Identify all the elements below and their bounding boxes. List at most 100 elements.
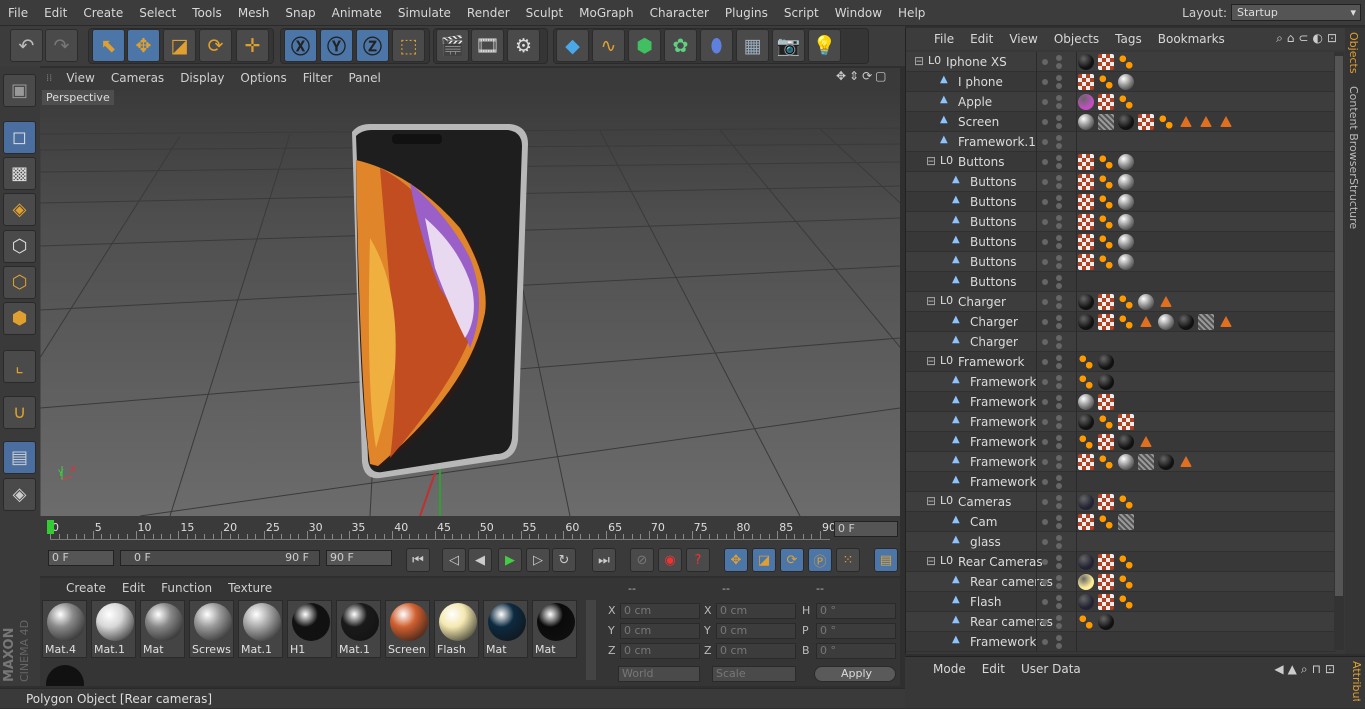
material-tag-icon[interactable]	[1118, 74, 1134, 90]
visibility-render-dot[interactable]	[1056, 163, 1062, 169]
visibility-editor-dot[interactable]	[1056, 495, 1062, 501]
cube-icon[interactable]: ◆	[556, 29, 589, 62]
object-menu-bookmarks[interactable]: Bookmarks	[1150, 32, 1233, 46]
visibility-editor-dot[interactable]	[1042, 579, 1048, 585]
visibility-render-dot[interactable]	[1056, 123, 1062, 129]
object-name[interactable]: I phone	[958, 75, 1003, 89]
light-icon[interactable]: 💡	[808, 29, 841, 62]
visibility-render-dot[interactable]	[1056, 263, 1062, 269]
texture-tag-icon[interactable]	[1098, 514, 1114, 530]
camera-icon[interactable]: 📷	[772, 29, 805, 62]
visibility-editor-dot[interactable]	[1042, 499, 1048, 505]
object-row[interactable]: ▲ Charger	[906, 332, 1336, 352]
object-name[interactable]: Cameras	[958, 495, 1011, 509]
viewport-menu-cameras[interactable]: Cameras	[103, 71, 172, 85]
visibility-editor-dot[interactable]	[1056, 275, 1062, 281]
visibility-editor-dot[interactable]	[1056, 515, 1062, 521]
object-row[interactable]: ▲ Screen	[906, 112, 1336, 132]
texture-tag-icon[interactable]	[1118, 554, 1134, 570]
goto-end-icon[interactable]: ⏭	[592, 548, 616, 572]
coord-field[interactable]: 0 °	[816, 623, 896, 639]
start-frame-field[interactable]: 0 F	[48, 550, 114, 566]
visibility-editor-dot[interactable]	[1042, 519, 1048, 525]
keyframe-selection-icon[interactable]: ?	[686, 548, 710, 572]
object-menu-objects[interactable]: Objects	[1046, 32, 1107, 46]
material-tag-icon[interactable]	[1098, 434, 1114, 450]
material-tag-icon[interactable]	[1078, 454, 1094, 470]
texture-tag-icon[interactable]	[1098, 174, 1114, 190]
visibility-render-dot[interactable]	[1056, 403, 1062, 409]
phong-tag-icon[interactable]	[1180, 116, 1192, 127]
end-frame-field[interactable]: 90 F	[326, 550, 392, 566]
texture-mode-icon[interactable]: ▩	[3, 157, 36, 190]
visibility-editor-dot[interactable]	[1042, 119, 1048, 125]
material-swatch[interactable]: Mat	[140, 600, 185, 658]
preview-range-slider[interactable]: 0 F 90 F	[120, 550, 320, 566]
material-tag-icon[interactable]	[1118, 454, 1134, 470]
phong-tag-icon[interactable]	[1140, 436, 1152, 447]
visibility-editor-dot[interactable]	[1056, 475, 1062, 481]
visibility-render-dot[interactable]	[1056, 503, 1062, 509]
visibility-editor-dot[interactable]	[1042, 619, 1048, 625]
visibility-render-dot[interactable]	[1056, 463, 1062, 469]
menu-mesh[interactable]: Mesh	[230, 6, 278, 20]
visibility-editor-dot[interactable]	[1042, 79, 1048, 85]
material-tag-icon[interactable]	[1078, 74, 1094, 90]
render-view-icon[interactable]: 🎬	[436, 29, 469, 62]
visibility-editor-dot[interactable]	[1056, 435, 1062, 441]
menu-edit[interactable]: Edit	[36, 6, 75, 20]
visibility-editor-dot[interactable]	[1056, 195, 1062, 201]
material-tag-icon[interactable]	[1078, 174, 1094, 190]
object-row[interactable]: ▲ Buttons	[906, 272, 1336, 292]
visibility-editor-dot[interactable]	[1042, 339, 1048, 345]
object-name[interactable]: Screen	[958, 115, 999, 129]
attribute-nav-icons[interactable]: ◀▲⌕⊓⊡	[1274, 662, 1339, 677]
attribute-menu-edit[interactable]: Edit	[974, 662, 1013, 676]
texture-tag-icon[interactable]	[1098, 234, 1114, 250]
visibility-render-dot[interactable]	[1056, 63, 1062, 69]
phong-tag-icon[interactable]	[1160, 296, 1172, 307]
texture-tag-icon[interactable]	[1118, 574, 1134, 590]
floor-icon[interactable]: ▦	[736, 29, 769, 62]
material-tag-icon[interactable]	[1118, 154, 1134, 170]
visibility-editor-dot[interactable]	[1056, 155, 1062, 161]
viewport-menu-panel[interactable]: Panel	[340, 71, 388, 85]
material-tag-icon[interactable]	[1098, 294, 1114, 310]
key-pla-icon[interactable]: ⁙	[836, 548, 860, 572]
planar-workplane-icon[interactable]: ◈	[3, 478, 36, 511]
expand-icon[interactable]: ⊟	[914, 54, 924, 68]
object-name[interactable]: Flash	[970, 595, 1001, 609]
visibility-render-dot[interactable]	[1056, 563, 1062, 569]
material-tag-icon[interactable]	[1078, 314, 1094, 330]
material-tag-icon[interactable]	[1098, 114, 1114, 130]
attribute-menu-user-data[interactable]: User Data	[1013, 662, 1089, 676]
material-swatch[interactable]: Flash	[434, 600, 479, 658]
visibility-editor-dot[interactable]	[1056, 75, 1062, 81]
object-name[interactable]: Buttons	[970, 255, 1016, 269]
visibility-editor-dot[interactable]	[1042, 59, 1048, 65]
material-tag-icon[interactable]	[1098, 574, 1114, 590]
menu-snap[interactable]: Snap	[277, 6, 323, 20]
next-key-icon[interactable]: ↻	[552, 548, 576, 572]
deformer-icon[interactable]: ⬮	[700, 29, 733, 62]
material-swatch[interactable]: Mat.1	[336, 600, 381, 658]
visibility-editor-dot[interactable]	[1056, 595, 1062, 601]
key-scale-icon[interactable]: ◪	[752, 548, 776, 572]
visibility-render-dot[interactable]	[1056, 603, 1062, 609]
texture-tag-icon[interactable]	[1078, 374, 1094, 390]
material-tag-icon[interactable]	[1118, 234, 1134, 250]
object-name[interactable]: Charger	[958, 295, 1006, 309]
menu-animate[interactable]: Animate	[324, 6, 390, 20]
object-name[interactable]: Framework	[970, 415, 1036, 429]
key-parameter-icon[interactable]: Ⓟ	[808, 548, 832, 572]
material-tag-icon[interactable]	[1078, 294, 1094, 310]
render-settings-icon[interactable]: ⚙	[507, 29, 540, 62]
material-menu-function[interactable]: Function	[153, 581, 220, 595]
visibility-editor-dot[interactable]	[1042, 359, 1048, 365]
timeline[interactable]: 0 5 10 15 20 25 30 35 40 45 50 55 60 65 70 75 80 85 90 0 F	[40, 516, 900, 544]
material-swatch[interactable]: Screws	[189, 600, 234, 658]
visibility-editor-dot[interactable]	[1042, 559, 1048, 565]
phong-tag-icon[interactable]	[1200, 116, 1212, 127]
menu-help[interactable]: Help	[890, 6, 933, 20]
visibility-render-dot[interactable]	[1056, 343, 1062, 349]
